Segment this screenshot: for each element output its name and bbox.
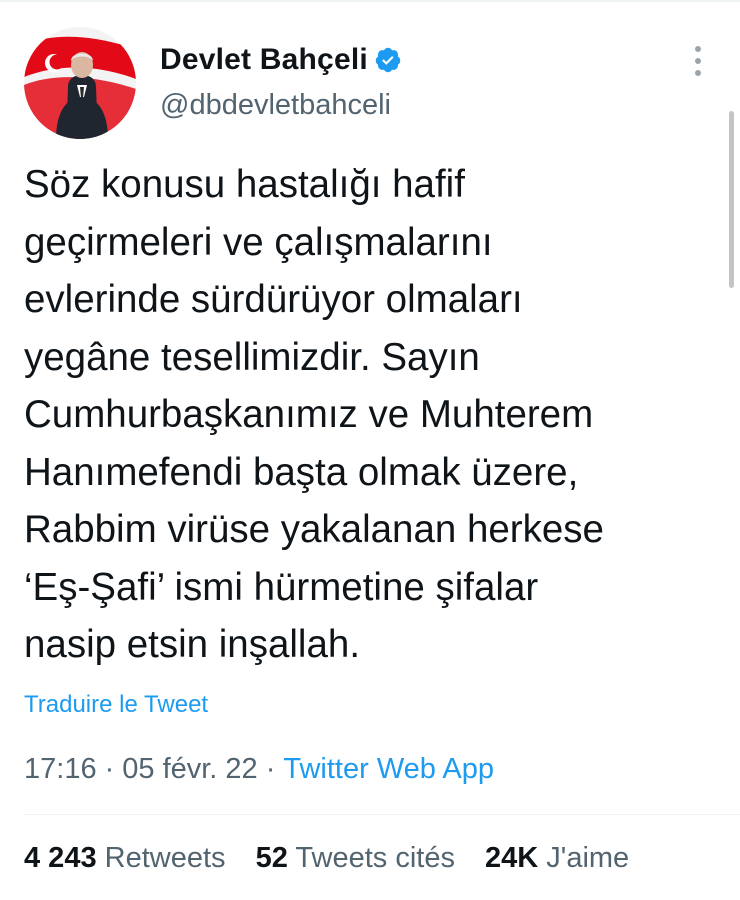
top-divider bbox=[0, 0, 740, 2]
name-row: Devlet Bahçeli bbox=[160, 40, 402, 80]
retweets-count: 4 243 bbox=[24, 842, 97, 874]
translate-tweet-link[interactable]: Traduire le Tweet bbox=[24, 691, 208, 719]
tweet-date[interactable]: 05 févr. 22 bbox=[122, 753, 257, 785]
profile-avatar-icon bbox=[24, 27, 136, 139]
author-info: Devlet Bahçeli @dbdevletbahceli bbox=[160, 40, 402, 122]
retweets-stat[interactable]: 4 243 Retweets bbox=[24, 842, 226, 874]
quotes-stat[interactable]: 52 Tweets cités bbox=[256, 842, 455, 874]
quotes-label: Tweets cités bbox=[295, 842, 455, 874]
tweet-time[interactable]: 17:16 bbox=[24, 753, 97, 785]
tweet-source-link[interactable]: Twitter Web App bbox=[283, 753, 494, 785]
likes-stat[interactable]: 24K J'aime bbox=[485, 842, 629, 874]
quotes-count: 52 bbox=[255, 842, 288, 874]
tweet-meta: 17:16 · 05 févr. 22 · Twitter Web App bbox=[24, 753, 494, 786]
retweets-label: Retweets bbox=[104, 842, 226, 874]
meta-separator: · bbox=[104, 753, 115, 785]
more-vertical-icon[interactable] bbox=[688, 44, 708, 78]
author-handle[interactable]: @dbdevletbahceli bbox=[160, 89, 402, 122]
meta-separator: · bbox=[265, 753, 276, 785]
verified-badge-icon bbox=[374, 46, 402, 74]
likes-count: 24K bbox=[485, 842, 539, 874]
author-display-name[interactable]: Devlet Bahçeli bbox=[160, 43, 368, 77]
tweet-text: Söz konusu hastalığı hafif geçirmeleri v… bbox=[24, 163, 604, 666]
likes-label: J'aime bbox=[546, 842, 630, 874]
stats-divider bbox=[24, 814, 740, 815]
avatar[interactable] bbox=[24, 27, 136, 139]
tweet-stats: 4 243 Retweets 52 Tweets cités 24K J'aim… bbox=[24, 842, 651, 875]
scrollbar[interactable] bbox=[729, 111, 734, 288]
